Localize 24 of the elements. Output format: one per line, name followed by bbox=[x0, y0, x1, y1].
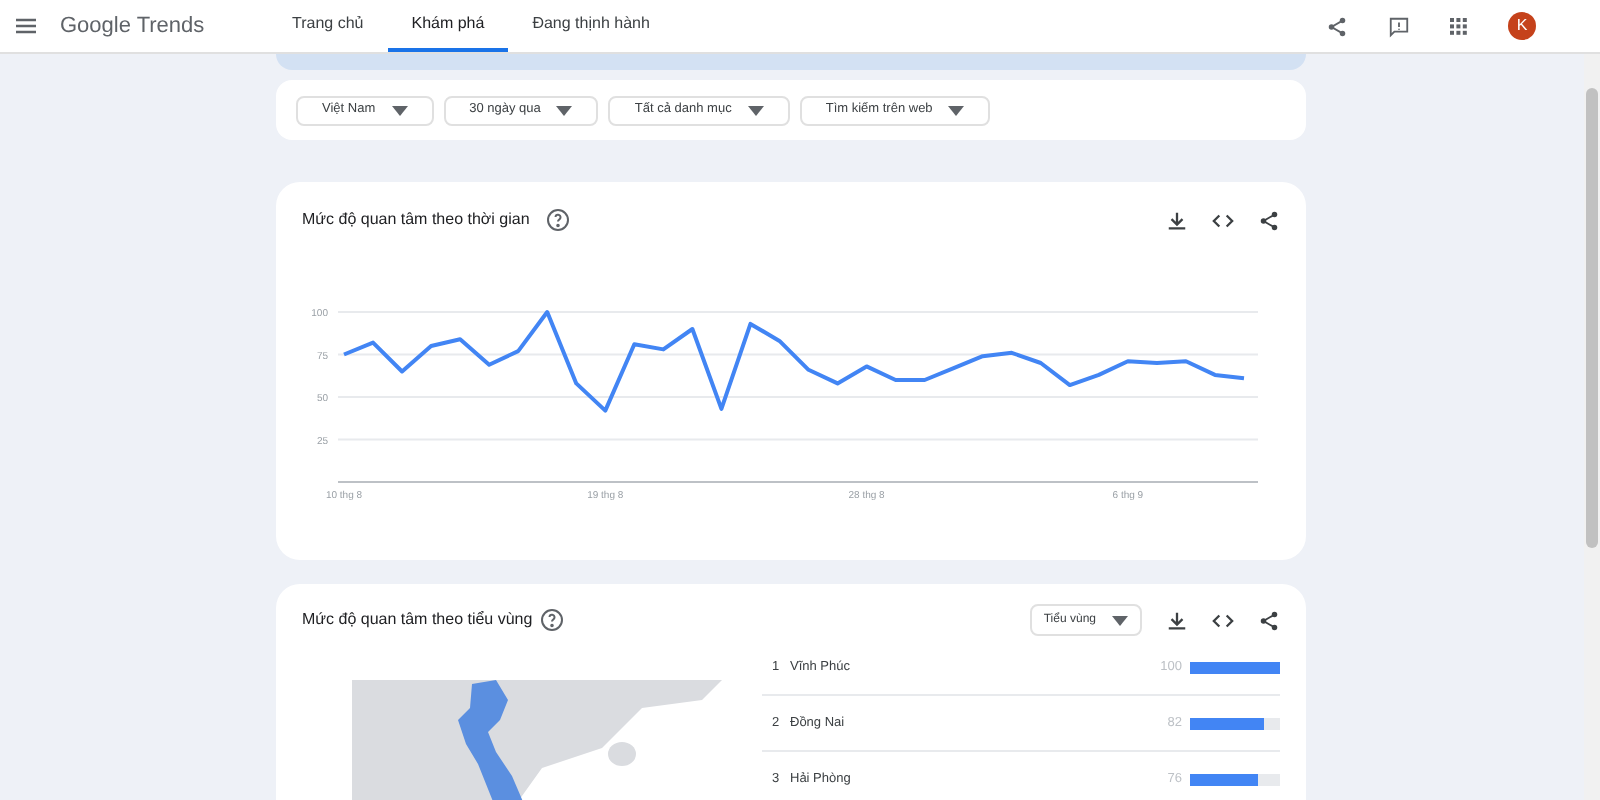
card-title: Mức độ quan tâm theo thời gian bbox=[302, 208, 530, 232]
apps-grid-icon[interactable] bbox=[1450, 17, 1468, 35]
nav-tab[interactable]: Trang chủ bbox=[268, 0, 388, 52]
share-icon[interactable] bbox=[1258, 609, 1280, 631]
download-icon[interactable] bbox=[1166, 609, 1188, 631]
caret-icon bbox=[747, 105, 764, 115]
scrollbar-thumb[interactable] bbox=[1586, 88, 1598, 548]
embed-icon[interactable] bbox=[1212, 209, 1234, 231]
caret-icon bbox=[948, 105, 965, 115]
download-icon[interactable] bbox=[1166, 209, 1188, 231]
user-avatar[interactable]: K bbox=[1508, 12, 1536, 40]
menu-icon[interactable] bbox=[16, 18, 36, 34]
share-icon[interactable] bbox=[1326, 15, 1348, 37]
help-icon[interactable] bbox=[545, 208, 570, 232]
caret-icon bbox=[391, 105, 408, 115]
feedback-icon[interactable] bbox=[1388, 15, 1410, 37]
card-title: Mức độ quan tâm theo tiểu vùng bbox=[302, 608, 533, 632]
caret-icon bbox=[556, 105, 573, 115]
nav-tab[interactable]: Đang thịnh hành bbox=[508, 0, 674, 52]
embed-icon[interactable] bbox=[1212, 609, 1234, 631]
help-icon[interactable] bbox=[540, 608, 565, 632]
share-icon[interactable] bbox=[1258, 209, 1280, 231]
caret-icon bbox=[1112, 615, 1128, 625]
app-logo[interactable]: Google Trends bbox=[60, 9, 220, 43]
